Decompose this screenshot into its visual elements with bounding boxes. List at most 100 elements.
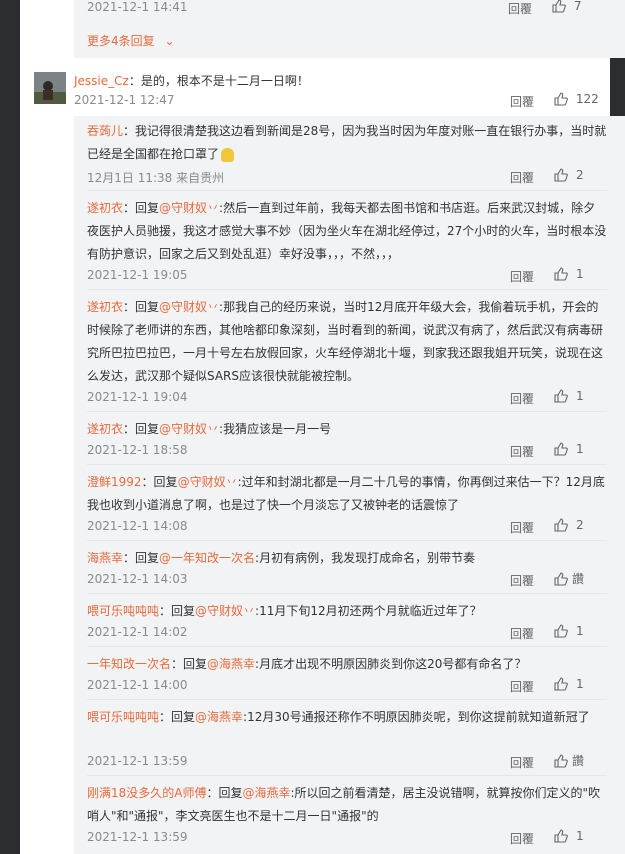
reply-button[interactable]: 回覆: [510, 754, 534, 771]
top-reply-box: 2021-12-1 14:41 回覆 7 更多4条回复 ⌄: [74, 0, 625, 58]
divider: [87, 464, 607, 465]
like-button[interactable]: 讚: [554, 752, 584, 769]
reply-prefix: ：回复: [206, 786, 243, 800]
reply-user[interactable]: 喂可乐吨吨吨: [87, 710, 159, 724]
reply-user[interactable]: 吞蒟儿: [87, 124, 123, 138]
mention-link[interactable]: @守财奴丷: [178, 475, 238, 489]
reply-button[interactable]: 回覆: [510, 572, 534, 589]
main-like-button[interactable]: 122: [554, 91, 599, 106]
comment-card: 2021-12-1 14:41 回覆 7 更多4条回复 ⌄ Jessie_Cz：…: [20, 0, 625, 854]
reply-user[interactable]: 澄鲜1992: [87, 475, 142, 489]
reply-time: 2021-12-1 19:04: [87, 390, 188, 404]
main-like-count: 122: [575, 91, 599, 106]
reply-time: 12月1日 11:38 来自贵州: [87, 171, 225, 185]
reply-time: 2021-12-1 14:41: [87, 0, 188, 14]
main-reply-button[interactable]: 回覆: [510, 93, 534, 110]
like-count: 1: [576, 623, 584, 638]
divider: [87, 411, 607, 412]
reply-body: :11月下旬12月初还两个月就临近过年了？: [255, 604, 482, 618]
reply-prefix: ：回复: [123, 300, 160, 314]
avatar-icon: [34, 72, 66, 104]
like-button[interactable]: 2: [554, 517, 584, 532]
like-button[interactable]: 2: [554, 167, 584, 182]
like-button[interactable]: 1: [554, 388, 584, 403]
thumb-up-icon: [554, 828, 568, 843]
reply-button[interactable]: 回覆: [508, 0, 532, 17]
reply-prefix: ：回复: [159, 604, 196, 618]
reply-prefix: ：回复: [123, 422, 160, 436]
like-button[interactable]: 7: [552, 0, 581, 13]
reply-button[interactable]: 回覆: [510, 390, 534, 407]
reply-prefix: ：回复: [141, 475, 178, 489]
like-count: 1: [576, 676, 584, 691]
like-count: 1: [576, 828, 584, 843]
reply-button[interactable]: 回覆: [510, 625, 534, 642]
main-comment-body: ：是的，根本不是十二月一日啊！: [128, 74, 309, 88]
mention-link[interactable]: @守财奴丷: [195, 604, 255, 618]
reply-prefix: ：回复: [171, 657, 208, 671]
mention-link[interactable]: @海燕幸: [243, 786, 291, 800]
reply-body: :月底才出现不明原因肺炎到你这20号都有命名了？: [255, 657, 527, 671]
reply-text: 遂初衣：回复@守财奴丷:然后一直到过年前，我每天都去图书馆和书店逛。后来武汉封城…: [87, 197, 607, 266]
mention-link[interactable]: @守财奴丷: [159, 422, 219, 436]
divider: [87, 190, 607, 191]
like-count: 1: [576, 266, 584, 281]
reply-user[interactable]: 喂可乐吨吨吨: [87, 604, 159, 618]
thumb-up-icon: [554, 266, 568, 281]
reply-user[interactable]: 海燕幸: [87, 551, 123, 565]
thumb-up-icon: [554, 676, 568, 691]
thumb-up-icon: [554, 441, 568, 456]
main-comment-time: 2021-12-1 12:47: [74, 93, 175, 107]
thumb-up-icon: [554, 571, 568, 586]
main-comment-text: Jessie_Cz：是的，根本不是十二月一日啊！: [74, 72, 309, 89]
reply-button[interactable]: 回覆: [510, 678, 534, 695]
reply-user[interactable]: 遂初衣: [87, 201, 123, 215]
thumb-up-icon: [554, 167, 568, 182]
like-button[interactable]: 1: [554, 623, 584, 638]
reply-prefix: ：回复: [159, 710, 196, 724]
like-button[interactable]: 讚: [554, 570, 584, 587]
divider: [87, 646, 607, 647]
reply-prefix: ：回复: [123, 201, 160, 215]
reply-button[interactable]: 回覆: [510, 519, 534, 536]
reply-button[interactable]: 回覆: [510, 169, 534, 186]
divider: [87, 540, 607, 541]
avatar[interactable]: [34, 72, 66, 104]
reply-button[interactable]: 回覆: [510, 268, 534, 285]
like-button[interactable]: 1: [554, 828, 584, 843]
reply-text: 喂可乐吨吨吨：回复@海燕幸:12月30号通报还称作不明原因肺炎呢，到你这提前就知…: [87, 706, 607, 729]
reply-time: 2021-12-1 19:05: [87, 268, 188, 282]
reply-text: 吞蒟儿：我记得很清楚我这边看到新闻是28号，因为我当时因为年度对账一直在银行办事…: [87, 120, 607, 166]
mention-link[interactable]: @一年知改一次名: [159, 551, 255, 565]
reply-prefix: ：回复: [123, 551, 160, 565]
like-count: 2: [576, 517, 584, 532]
more-replies-link[interactable]: 更多4条回复 ⌄: [87, 32, 175, 49]
reply-button[interactable]: 回覆: [510, 830, 534, 847]
emoji-icon: [221, 147, 235, 162]
mention-link[interactable]: @守财奴丷: [159, 201, 219, 215]
like-button[interactable]: 1: [554, 441, 584, 456]
mention-link[interactable]: @海燕幸: [207, 657, 255, 671]
thumb-up-icon: [554, 623, 568, 638]
like-count: 7: [573, 0, 582, 13]
reply-body: :月初有病例，我发现打成命名，别带节奏: [255, 551, 476, 565]
thumb-up-icon: [554, 91, 568, 106]
like-button[interactable]: 1: [554, 676, 584, 691]
mention-link[interactable]: @守财奴丷: [159, 300, 219, 314]
reply-body: ：我记得很清楚我这边看到新闻是28号，因为我当时因为年度对账一直在银行办事，当时…: [87, 124, 607, 161]
main-comment-user[interactable]: Jessie_Cz: [74, 74, 129, 88]
like-button[interactable]: 1: [554, 266, 584, 281]
reply-button[interactable]: 回覆: [510, 443, 534, 460]
divider: [87, 289, 607, 290]
reply-user[interactable]: 刚满18没多久的A师傅: [87, 786, 206, 800]
reply-user[interactable]: 一年知改一次名: [87, 657, 171, 671]
reply-user[interactable]: 遂初衣: [87, 300, 123, 314]
reply-time: 2021-12-1 14:00: [87, 678, 188, 692]
reply-user[interactable]: 遂初衣: [87, 422, 123, 436]
thumb-up-icon: [554, 753, 568, 768]
divider: [87, 593, 607, 594]
reply-text: 澄鲜1992：回复@守财奴丷:过年和封湖北都是一月二十几号的事情，你再倒过来估一…: [87, 471, 607, 517]
reply-body: :12月30号通报还称作不明原因肺炎呢，到你这提前就知道新冠了: [243, 710, 590, 724]
mention-link[interactable]: @海燕幸: [195, 710, 243, 724]
reply-time: 2021-12-1 14:02: [87, 625, 188, 639]
